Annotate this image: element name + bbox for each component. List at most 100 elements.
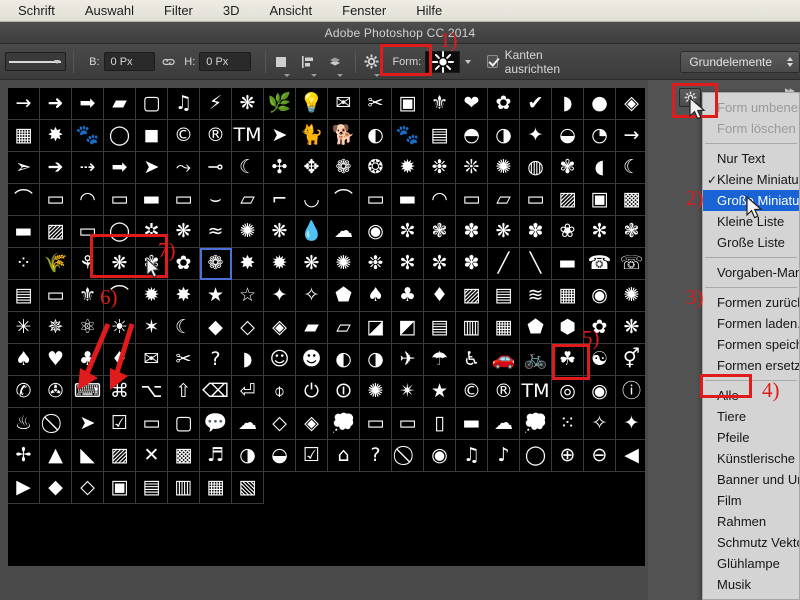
shape-cell[interactable]: ❋ [232, 88, 264, 120]
shape-cell[interactable]: ♣ [72, 344, 104, 376]
shape-cell[interactable]: ✈ [392, 344, 424, 376]
shape-cell[interactable]: ➤ [72, 408, 104, 440]
shape-cell[interactable]: ◆ [40, 472, 72, 504]
shape-cell[interactable]: ❋ [168, 216, 200, 248]
shape-cell[interactable]: ✻ [392, 248, 424, 280]
shape-cell[interactable]: ▥ [168, 472, 200, 504]
preset-dropdown[interactable]: Grundelemente [680, 51, 800, 73]
flyout-menu-item[interactable]: Formen zurücksetzen... [703, 292, 799, 313]
shape-cell[interactable]: ☑ [104, 408, 136, 440]
shape-grid-scroll-area[interactable]: →➜➡▰▢♫⚡❋🌿💡✉✂▣⚜❤✿✔◗●◈▦✸🐾◯◼©®TM➤🐈🐕◐🐾▤◓◑✦◒◔… [8, 88, 645, 566]
link-icon[interactable] [160, 56, 177, 68]
shape-cell[interactable]: ❋ [104, 248, 136, 280]
shape-cell[interactable]: ❉ [424, 152, 456, 184]
shape-cell[interactable]: ◪ [360, 312, 392, 344]
shape-cell[interactable]: ❋ [264, 216, 296, 248]
shape-cell[interactable]: ◼ [136, 120, 168, 152]
shape-cell[interactable]: ◉ [584, 280, 616, 312]
shape-cell[interactable]: ♦ [424, 280, 456, 312]
shape-cell[interactable]: ▬ [552, 248, 584, 280]
shape-cell[interactable]: ◉ [584, 376, 616, 408]
shape-cell[interactable]: ❃ [616, 216, 645, 248]
shape-cell[interactable]: ♫ [456, 440, 488, 472]
shape-cell[interactable]: ® [488, 376, 520, 408]
shape-cell[interactable]: ▶ [8, 472, 40, 504]
shape-cell[interactable]: ◈ [296, 408, 328, 440]
shape-cell[interactable]: ▨ [104, 440, 136, 472]
shape-cell[interactable]: ✽ [456, 216, 488, 248]
shape-cell[interactable]: ☾ [168, 312, 200, 344]
shape-cell[interactable]: ⊖ [584, 440, 616, 472]
shape-cell[interactable]: ◣ [72, 440, 104, 472]
shape-cell[interactable]: ⁙ [552, 408, 584, 440]
shape-cell[interactable]: ✽ [456, 248, 488, 280]
shape-cell[interactable]: ⌂ [328, 440, 360, 472]
shape-cell[interactable]: ✢ [8, 440, 40, 472]
chevron-down-icon[interactable] [465, 60, 471, 64]
shape-cell[interactable]: ╱ [488, 248, 520, 280]
shape-cell[interactable]: ⌒ [328, 184, 360, 216]
shape-cell[interactable]: ✵ [40, 312, 72, 344]
shape-cell[interactable]: ▤ [424, 120, 456, 152]
width-input[interactable]: 0 Px [104, 52, 156, 71]
shape-cell[interactable]: ☂ [424, 344, 456, 376]
shape-cell[interactable]: ⚛ [72, 312, 104, 344]
shape-cell[interactable]: ▥ [456, 312, 488, 344]
menu-item-schrift[interactable]: Schrift [18, 3, 55, 18]
shape-cell[interactable]: ⇧ [168, 376, 200, 408]
panel-menu-gear-button[interactable] [679, 88, 701, 107]
flyout-menu-item[interactable]: Formen laden... [703, 313, 799, 334]
shape-cell[interactable]: ▭ [72, 216, 104, 248]
shape-cell[interactable]: ✸ [168, 280, 200, 312]
shape-cell[interactable]: ✇ [40, 376, 72, 408]
shape-cell[interactable]: ◐ [360, 120, 392, 152]
shape-cell[interactable]: ☁ [488, 408, 520, 440]
flyout-menu-item[interactable]: Banner und Urkunden [703, 469, 799, 490]
flyout-menu-item[interactable]: Alle [703, 385, 799, 406]
shape-cell[interactable]: ✶ [136, 312, 168, 344]
shape-cell[interactable]: ❂ [360, 152, 392, 184]
shape-cell[interactable]: ✾ [552, 152, 584, 184]
shape-cell[interactable]: ⃠ [392, 440, 424, 472]
shape-cell[interactable]: ✧ [584, 408, 616, 440]
shape-cell[interactable]: ☻ [296, 344, 328, 376]
shape-cell[interactable]: ⬢ [552, 312, 584, 344]
flyout-menu-item[interactable]: Vorgaben-Manager... [703, 262, 799, 283]
shape-cell[interactable]: ✹ [392, 152, 424, 184]
shape-cell[interactable]: ✹ [136, 280, 168, 312]
shape-grid[interactable]: →➜➡▰▢♫⚡❋🌿💡✉✂▣⚜❤✿✔◗●◈▦✸🐾◯◼©®TM➤🐈🐕◐🐾▤◓◑✦◒◔… [8, 88, 645, 504]
shape-cell[interactable]: ▭ [520, 184, 552, 216]
path-operations-icon[interactable] [273, 51, 290, 73]
shape-cell[interactable]: ☯ [584, 344, 616, 376]
path-alignment-icon[interactable] [299, 51, 316, 73]
shape-cell[interactable]: ❀ [552, 216, 584, 248]
shape-cell[interactable]: ➤ [264, 120, 296, 152]
shape-cell[interactable]: ⌣ [200, 184, 232, 216]
shape-cell[interactable]: ⚥ [616, 344, 645, 376]
shape-cell[interactable]: ⬟ [520, 312, 552, 344]
shape-cell[interactable]: ▦ [200, 472, 232, 504]
shape-cell[interactable]: ⌽ [264, 376, 296, 408]
shape-cell[interactable]: ◐ [328, 344, 360, 376]
shape-cell[interactable]: ◯ [104, 120, 136, 152]
shape-cell[interactable]: ◇ [72, 472, 104, 504]
shape-cell[interactable]: ♣ [392, 280, 424, 312]
shape-cell[interactable]: © [168, 120, 200, 152]
shape-cell[interactable]: ❋ [488, 216, 520, 248]
menu-item-filter[interactable]: Filter [164, 3, 193, 18]
shape-cell[interactable]: ▬ [8, 216, 40, 248]
flyout-menu-item[interactable]: Große Liste [703, 232, 799, 253]
shape-cell[interactable]: ☺ [264, 344, 296, 376]
shape-cell[interactable]: ⇢ [72, 152, 104, 184]
shape-cell[interactable]: ✺ [232, 216, 264, 248]
flyout-menu-item[interactable]: Kleine Liste [703, 211, 799, 232]
shape-cell[interactable]: ❋ [616, 312, 645, 344]
shape-cell[interactable]: ✴ [392, 376, 424, 408]
shape-cell[interactable]: ▬ [456, 408, 488, 440]
flyout-menu-item[interactable]: Tiere [703, 406, 799, 427]
flyout-menu-item[interactable]: Künstlerische [703, 448, 799, 469]
shape-cell[interactable]: ✺ [360, 376, 392, 408]
shape-cell[interactable]: ▨ [456, 280, 488, 312]
shape-cell[interactable]: ♪ [488, 440, 520, 472]
shape-cell[interactable]: 💭 [328, 408, 360, 440]
